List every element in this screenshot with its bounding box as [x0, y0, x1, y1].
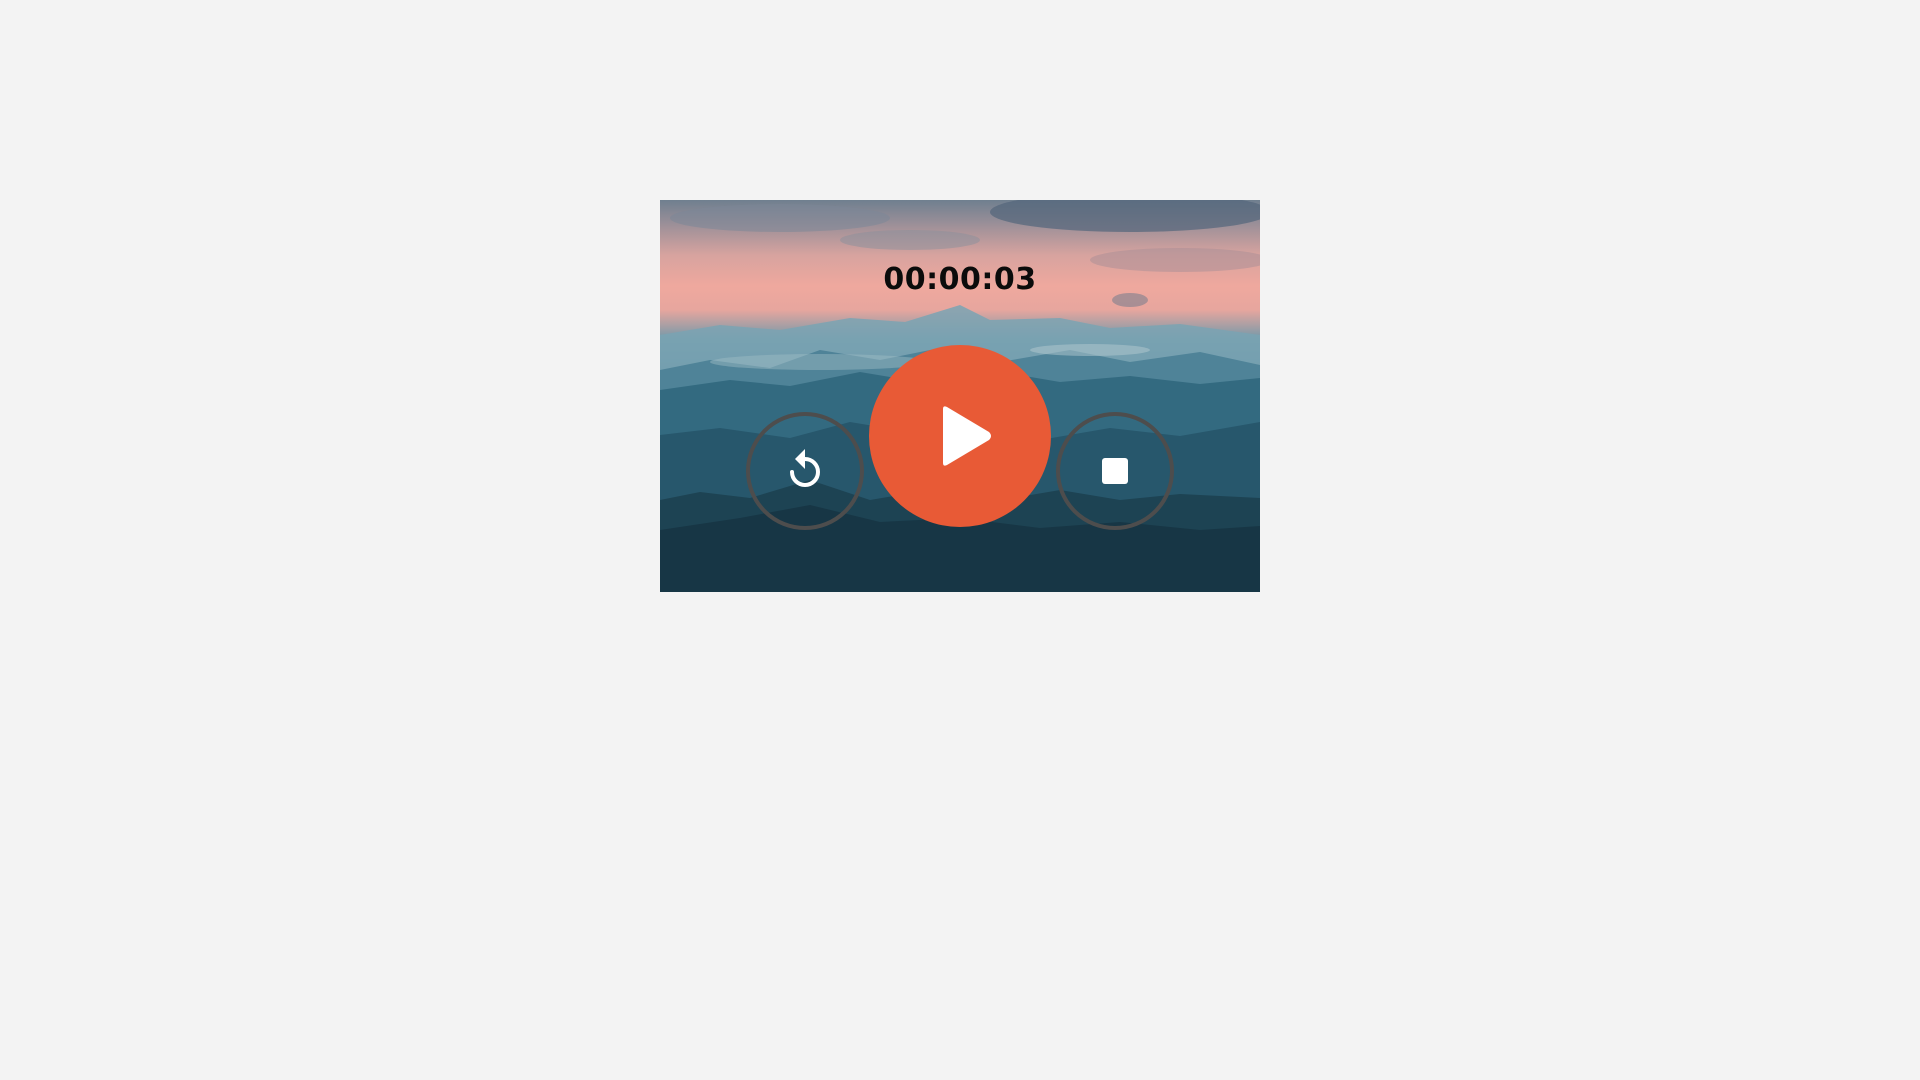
stop-button[interactable]: [1056, 412, 1174, 530]
reset-icon: [790, 449, 820, 487]
play-button[interactable]: [869, 345, 1051, 527]
reset-button[interactable]: [746, 412, 864, 530]
stop-icon: [1102, 458, 1128, 484]
play-icon: [943, 406, 991, 466]
elapsed-time-display: 00:00:03: [883, 262, 1037, 297]
timer-player: 00:00:03: [660, 200, 1260, 592]
